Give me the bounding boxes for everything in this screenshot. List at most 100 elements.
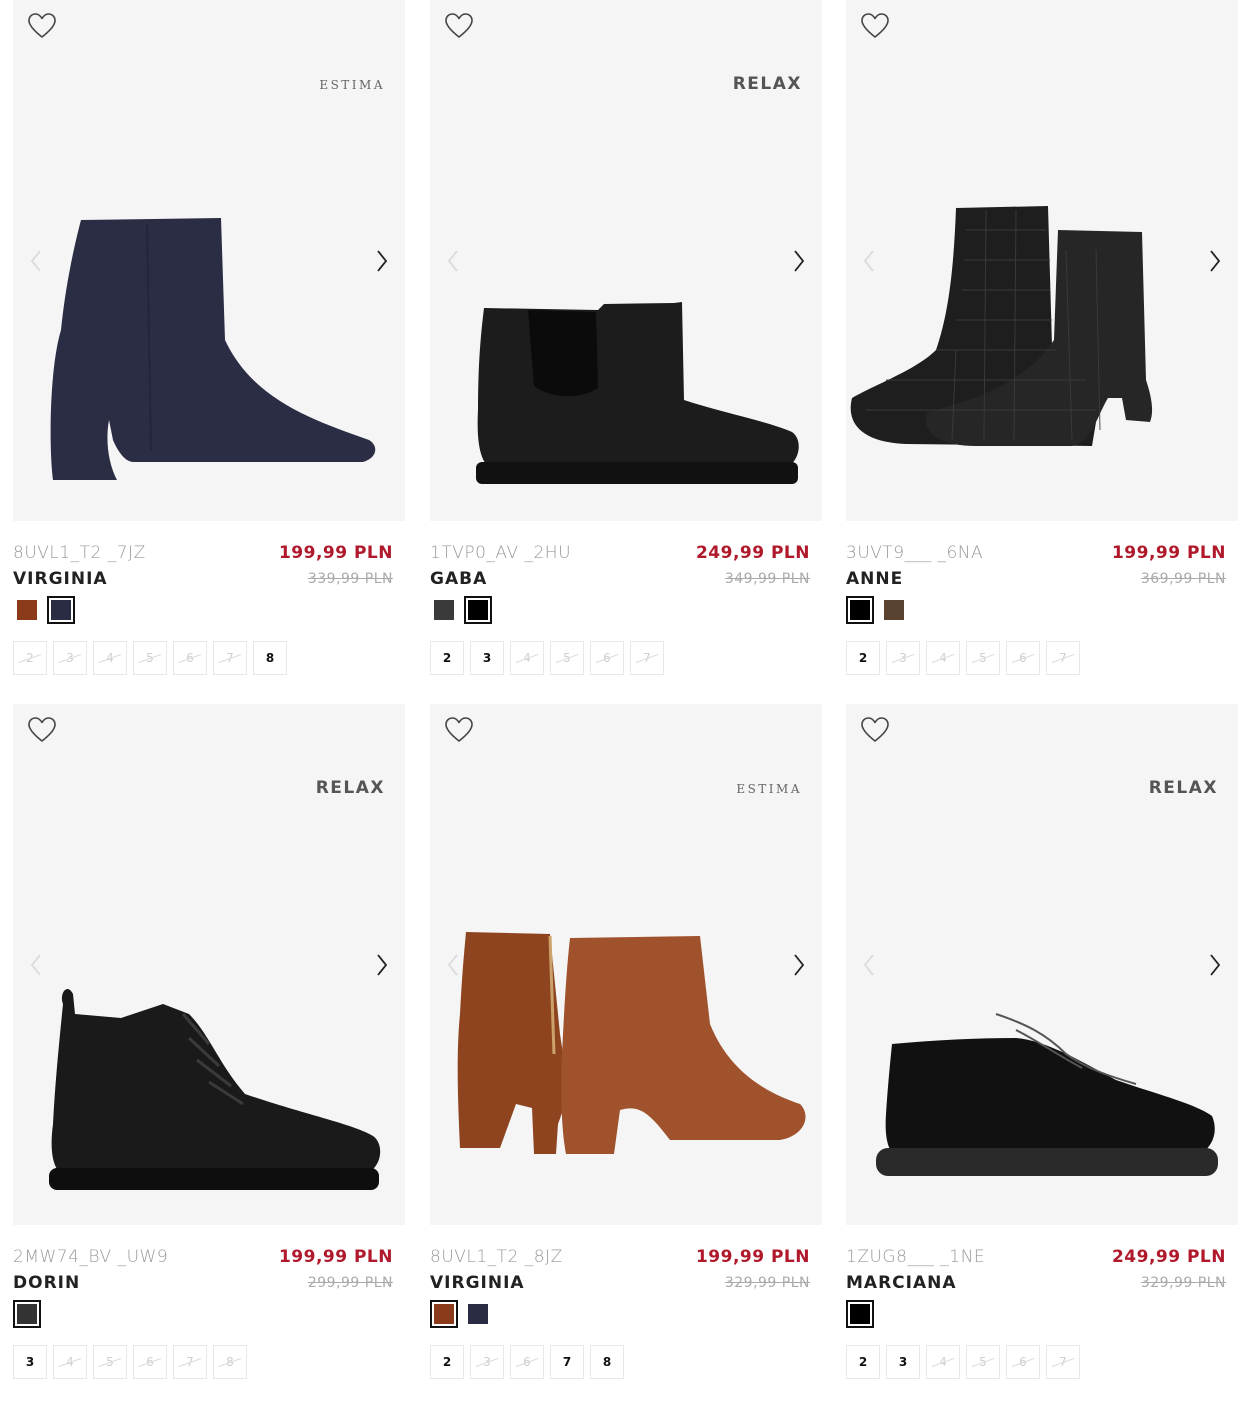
color-swatch[interactable]	[13, 1300, 41, 1328]
product-name[interactable]: GABA	[430, 569, 487, 589]
color-swatch[interactable]	[464, 596, 492, 624]
heart-outline-icon[interactable]	[860, 12, 890, 40]
heart-outline-icon[interactable]	[860, 716, 890, 744]
chevron-left-icon[interactable]	[25, 950, 47, 980]
heart-outline-icon[interactable]	[27, 716, 57, 744]
size-option[interactable]: 5	[966, 1345, 1000, 1379]
size-option[interactable]: 2	[430, 641, 464, 675]
heart-outline-icon[interactable]	[444, 716, 474, 744]
size-option[interactable]: 7	[1046, 641, 1080, 675]
size-option[interactable]: 8	[253, 641, 287, 675]
swatch-fill	[17, 600, 37, 620]
size-option[interactable]: 4	[510, 641, 544, 675]
size-option[interactable]: 6	[590, 641, 624, 675]
chevron-left-icon[interactable]	[442, 246, 464, 276]
size-option[interactable]: 2	[846, 641, 880, 675]
brand-logo: ESTIMA	[319, 78, 385, 92]
chevron-right-icon[interactable]	[788, 950, 810, 980]
size-option[interactable]: 5	[550, 641, 584, 675]
heart-outline-icon[interactable]	[27, 12, 57, 40]
heart-outline-icon[interactable]	[444, 12, 474, 40]
product-old-price: 369,99 PLN	[1140, 571, 1226, 587]
chevron-right-icon[interactable]	[788, 246, 810, 276]
product-price: 199,99 PLN	[278, 1247, 393, 1267]
product-image-area[interactable]: RELAX	[846, 704, 1238, 1225]
product-card[interactable]: RELAX 2MW74_BV _UW9 199,99 PLN DORIN 299…	[13, 704, 405, 1384]
swatch-fill	[51, 600, 71, 620]
product-image-area[interactable]: RELAX	[430, 0, 822, 521]
size-option[interactable]: 3	[470, 1345, 504, 1379]
chevron-left-icon[interactable]	[25, 246, 47, 276]
product-image[interactable]	[13, 150, 405, 510]
size-option[interactable]: 5	[93, 1345, 127, 1379]
product-image-area[interactable]: RELAX	[13, 704, 405, 1225]
size-option[interactable]: 3	[13, 1345, 47, 1379]
color-swatch[interactable]	[430, 1300, 458, 1328]
size-option[interactable]: 2	[846, 1345, 880, 1379]
product-name[interactable]: MARCIANA	[846, 1273, 957, 1293]
size-option[interactable]: 6	[510, 1345, 544, 1379]
size-option[interactable]: 2	[13, 641, 47, 675]
product-name[interactable]: VIRGINIA	[430, 1273, 525, 1293]
color-swatches	[430, 596, 492, 626]
chevron-left-icon[interactable]	[442, 950, 464, 980]
chevron-right-icon[interactable]	[371, 950, 393, 980]
chevron-right-icon[interactable]	[1204, 950, 1226, 980]
product-image-area[interactable]	[846, 0, 1238, 521]
chevron-left-icon[interactable]	[858, 950, 880, 980]
product-price: 199,99 PLN	[1111, 543, 1226, 563]
size-option[interactable]: 2	[430, 1345, 464, 1379]
size-option[interactable]: 3	[470, 641, 504, 675]
product-image[interactable]	[846, 150, 1238, 510]
size-option[interactable]: 7	[173, 1345, 207, 1379]
product-image-area[interactable]: ESTIMA	[13, 0, 405, 521]
product-card[interactable]: ESTIMA 8UVL1_T2 _8JZ 199,99 PLN VIRGINIA…	[430, 704, 822, 1384]
size-option[interactable]: 8	[590, 1345, 624, 1379]
product-name[interactable]: DORIN	[13, 1273, 80, 1293]
product-image-area[interactable]: ESTIMA	[430, 704, 822, 1225]
size-option[interactable]: 4	[926, 641, 960, 675]
product-image[interactable]	[13, 854, 405, 1214]
product-card[interactable]: RELAX 1TVP0_AV _2HU 249,99 PLN GABA 349,…	[430, 0, 822, 680]
size-option[interactable]: 3	[886, 641, 920, 675]
chevron-left-icon[interactable]	[858, 246, 880, 276]
color-swatch[interactable]	[47, 596, 75, 624]
size-option[interactable]: 3	[886, 1345, 920, 1379]
size-option[interactable]: 5	[966, 641, 1000, 675]
size-option[interactable]: 6	[133, 1345, 167, 1379]
size-option[interactable]: 4	[93, 641, 127, 675]
color-swatches	[846, 1300, 874, 1330]
chevron-right-icon[interactable]	[371, 246, 393, 276]
product-card[interactable]: ESTIMA 8UVL1_T2 _7JZ 199,99 PLN VIRGINIA…	[13, 0, 405, 680]
size-option[interactable]: 7	[1046, 1345, 1080, 1379]
product-card[interactable]: RELAX 1ZUG8___ _1NE 249,99 PLN MARCIANA …	[846, 704, 1238, 1384]
color-swatch[interactable]	[464, 1300, 492, 1328]
size-option[interactable]: 7	[550, 1345, 584, 1379]
color-swatch[interactable]	[846, 1300, 874, 1328]
chevron-right-icon[interactable]	[1204, 246, 1226, 276]
color-swatch[interactable]	[430, 596, 458, 624]
size-option[interactable]: 6	[1006, 1345, 1040, 1379]
size-option[interactable]: 8	[213, 1345, 247, 1379]
product-image[interactable]	[846, 854, 1238, 1214]
size-option[interactable]: 3	[53, 641, 87, 675]
product-sku: 1ZUG8___ _1NE	[846, 1247, 986, 1267]
product-name[interactable]: VIRGINIA	[13, 569, 108, 589]
product-image[interactable]	[430, 150, 822, 510]
size-option[interactable]: 6	[173, 641, 207, 675]
size-option[interactable]: 7	[630, 641, 664, 675]
color-swatches	[13, 596, 75, 626]
product-image[interactable]	[430, 854, 822, 1214]
color-swatch[interactable]	[13, 596, 41, 624]
size-options: 23678	[430, 1345, 624, 1379]
size-option[interactable]: 4	[926, 1345, 960, 1379]
size-option[interactable]: 5	[133, 641, 167, 675]
size-option[interactable]: 7	[213, 641, 247, 675]
product-name[interactable]: ANNE	[846, 569, 903, 589]
product-card[interactable]: 3UVT9___ _6NA 199,99 PLN ANNE 369,99 PLN…	[846, 0, 1238, 680]
size-option[interactable]: 4	[53, 1345, 87, 1379]
color-swatch[interactable]	[846, 596, 874, 624]
size-option[interactable]: 6	[1006, 641, 1040, 675]
color-swatch[interactable]	[880, 596, 908, 624]
product-price: 249,99 PLN	[1111, 1247, 1226, 1267]
